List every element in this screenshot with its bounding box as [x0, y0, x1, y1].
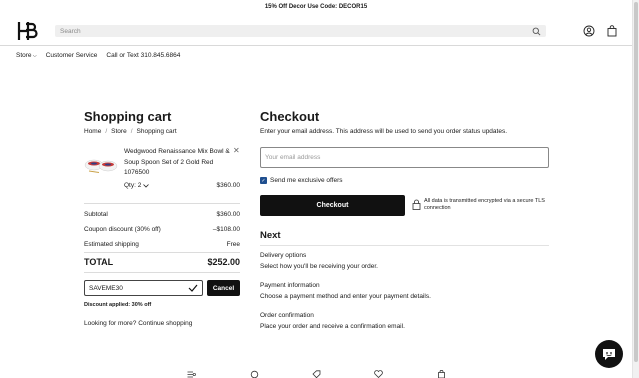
step-title: Payment information [260, 282, 320, 289]
breadcrumb-current: Shopping cart [136, 128, 177, 135]
summary-label: Estimated shipping [84, 241, 139, 248]
cancel-coupon-button[interactable]: Cancel [207, 280, 240, 296]
scrollbar[interactable] [632, 0, 639, 378]
offers-checkbox[interactable]: ✓ [260, 177, 267, 184]
bag-icon[interactable] [606, 25, 618, 37]
summary-label: Coupon discount (30% off) [84, 226, 161, 233]
continue-shopping-link[interactable]: Looking for more? Continue shopping [84, 320, 192, 327]
breadcrumb-home[interactable]: Home [84, 128, 101, 135]
step-title: Order confirmation [260, 312, 314, 319]
chat-icon [603, 348, 615, 360]
step-description: Place your order and receive a confirmat… [260, 323, 405, 330]
summary-value: –$108.00 [212, 226, 240, 233]
search-icon[interactable] [532, 27, 541, 36]
summary-divider [84, 272, 240, 273]
summary-value: $360.00 [216, 211, 241, 218]
security-note: All data is transmitted encrypted via a … [424, 198, 545, 211]
total-value: $252.00 [207, 257, 240, 267]
promo-banner[interactable]: 15% Off Decor Use Code: DECOR15 [0, 4, 632, 10]
coupon-field[interactable]: SAVEME30 [84, 280, 203, 296]
offers-label: Send me exclusive offers [270, 177, 343, 184]
breadcrumb-separator: / [105, 128, 108, 135]
menu-icon[interactable] [187, 370, 196, 378]
summary-row-shipping: Estimated shipping Free [84, 241, 240, 248]
next-divider [260, 245, 549, 246]
summary-row-subtotal: Subtotal $360.00 [84, 211, 240, 218]
bag-icon[interactable] [437, 370, 446, 378]
search-icon[interactable] [250, 370, 259, 378]
check-icon [188, 284, 198, 292]
user-icon[interactable] [583, 25, 595, 37]
store-logo[interactable] [16, 20, 38, 42]
tag-icon[interactable] [312, 370, 321, 378]
quantity-selector[interactable]: Qty: 2 [124, 182, 150, 189]
chat-button[interactable] [595, 340, 623, 368]
order-total: TOTAL $252.00 [84, 257, 240, 267]
nav-store[interactable]: Store ⌵ [16, 52, 37, 59]
step-title: Delivery options [260, 252, 307, 259]
product-image[interactable] [84, 154, 118, 176]
offers-optin[interactable]: ✓ Send me exclusive offers [260, 177, 343, 184]
checkout-instructions: Enter your email address. This address w… [260, 128, 508, 135]
top-nav: Store ⌵ Customer Service Call or Text 31… [16, 52, 180, 59]
search-bar[interactable] [55, 25, 546, 37]
cart-title: Shopping cart [84, 109, 172, 124]
search-input[interactable] [60, 27, 532, 35]
summary-row-discount: Coupon discount (30% off) –$108.00 [84, 226, 240, 233]
summary-label: Subtotal [84, 211, 108, 218]
nav-phone[interactable]: Call or Text 310.845.6864 [106, 52, 180, 59]
step-description: Choose a payment method and enter your p… [260, 293, 431, 300]
quantity-label: Qty: 2 [124, 182, 142, 189]
summary-value: Free [226, 241, 240, 248]
product-name[interactable]: Wedgwood Renaissance Mix Bowl & Soup Spo… [124, 147, 230, 179]
email-field[interactable] [260, 147, 549, 168]
checkout-button[interactable]: Checkout [260, 195, 405, 216]
lock-icon [412, 199, 421, 210]
heart-icon[interactable] [374, 370, 383, 378]
chevron-down-icon: ⌵ [31, 53, 37, 59]
header-divider [0, 45, 632, 46]
nav-customer-service[interactable]: Customer Service [46, 52, 98, 59]
scrollbar-thumb[interactable] [634, 2, 638, 362]
step-description: Select how you'll be receiving your orde… [260, 263, 378, 270]
summary-divider [84, 203, 240, 204]
next-title: Next [260, 230, 281, 241]
breadcrumb-store[interactable]: Store [111, 128, 127, 135]
item-price: $360.00 [216, 182, 241, 189]
coupon-code: SAVEME30 [89, 284, 123, 292]
checkout-title: Checkout [260, 109, 320, 124]
page: 15% Off Decor Use Code: DECOR15 Store ⌵ … [0, 0, 632, 378]
summary-divider [84, 252, 240, 253]
discount-applied-note: Discount applied: 30% off [84, 302, 152, 308]
chevron-down-icon [143, 183, 150, 188]
email-input[interactable] [265, 154, 544, 161]
breadcrumb: Home / Store / Shopping cart [84, 128, 177, 135]
remove-item-icon[interactable]: ✕ [233, 146, 240, 155]
breadcrumb-separator: / [130, 128, 133, 135]
nav-store-label: Store [16, 52, 32, 59]
total-label: TOTAL [84, 257, 114, 267]
